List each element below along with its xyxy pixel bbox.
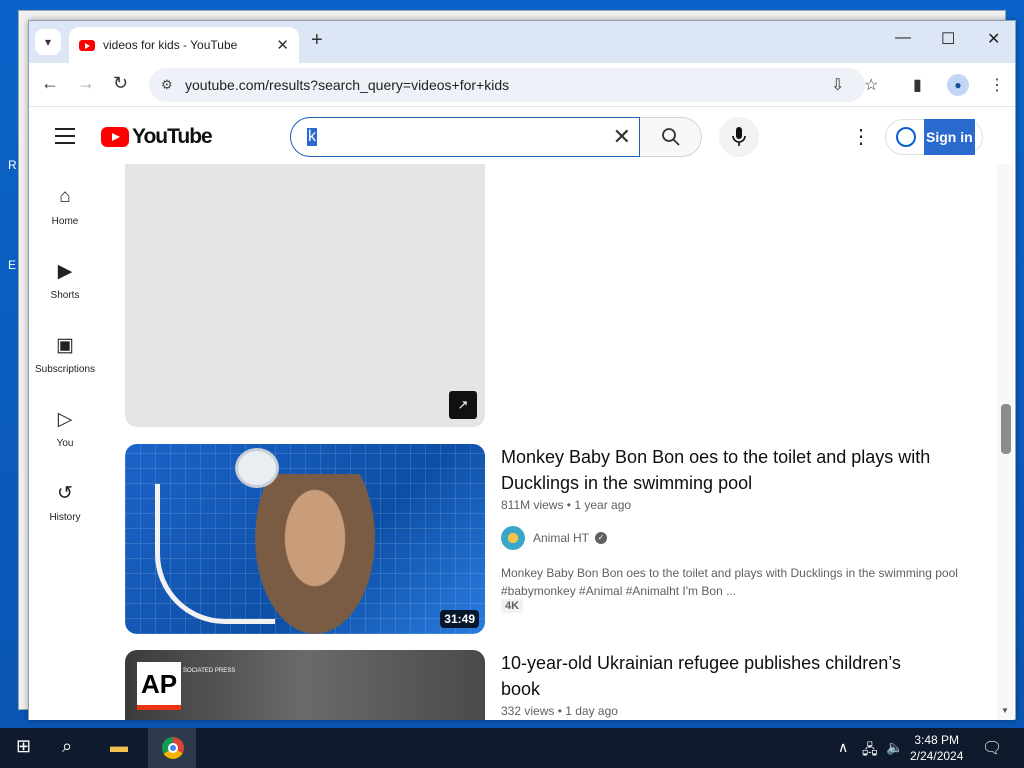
windows-start-icon[interactable]: ⊞: [16, 736, 31, 757]
channel-name: Animal HT: [533, 531, 590, 545]
search-input[interactable]: k ✕: [290, 117, 640, 157]
profile-avatar-icon[interactable]: ●: [947, 74, 969, 96]
quality-badge: 4K: [501, 599, 524, 613]
sidebar-item-home[interactable]: ⌂ Home: [29, 186, 101, 227]
sidebar-item-subscriptions[interactable]: ▣ Subscriptions: [29, 334, 101, 375]
settings-more-icon[interactable]: ⋮: [851, 124, 871, 149]
minimize-button[interactable]: —: [895, 29, 911, 47]
scroll-down-arrow-icon[interactable]: ▼: [1001, 706, 1009, 715]
voice-search-button[interactable]: [719, 117, 759, 157]
page-scrollbar[interactable]: ▼: [997, 164, 1014, 720]
video-title[interactable]: Monkey Baby Bon Bon oes to the toilet an…: [501, 444, 941, 496]
notifications-icon[interactable]: 🗨: [982, 738, 1002, 758]
sidebar-item-label: You: [56, 438, 74, 449]
new-tab-button[interactable]: +: [311, 29, 323, 52]
video-thumbnail[interactable]: AP SOCIATED PRESS: [125, 650, 485, 720]
video-meta: 811M views • 1 year ago: [501, 498, 632, 512]
menu-hamburger-icon[interactable]: [55, 128, 75, 149]
home-icon: ⌂: [59, 186, 71, 207]
sidebar-item-label: Shorts: [50, 290, 80, 301]
search-icon: [661, 128, 680, 146]
sidebar-item-history[interactable]: ↺ History: [29, 482, 101, 523]
account-icon: [896, 127, 916, 147]
taskbar-search-icon[interactable]: ⌕: [62, 736, 72, 757]
video-thumbnail[interactable]: 31:49: [125, 444, 485, 634]
desktop-text-fragment: E: [8, 258, 17, 272]
sidebar-item-label: Home: [51, 216, 79, 227]
tab-youtube[interactable]: videos for kids - YouTube ✕: [69, 27, 299, 63]
sign-in-button[interactable]: Sign in: [885, 119, 983, 155]
back-arrow-icon[interactable]: ←: [41, 73, 59, 94]
sidebar-item-label: Subscriptions: [34, 364, 96, 375]
tab-close-icon[interactable]: ✕: [276, 36, 289, 54]
sidebar-item-label: History: [49, 512, 81, 523]
youtube-favicon-icon: [79, 39, 95, 51]
url-text: youtube.com/results?search_query=videos+…: [185, 77, 510, 93]
show-hidden-icons-icon[interactable]: ∧: [838, 739, 848, 756]
youtube-header: YouTube k ✕ ⋮ Sign in: [29, 108, 1015, 164]
search-button[interactable]: [640, 117, 702, 157]
clear-search-icon[interactable]: ✕: [613, 124, 631, 150]
shorts-icon: ▶: [57, 261, 73, 282]
close-window-button[interactable]: ✕: [987, 29, 1000, 49]
open-external-icon[interactable]: ↗: [449, 391, 477, 419]
address-bar[interactable]: ⚙ youtube.com/results?search_query=video…: [149, 68, 865, 102]
ad-placeholder[interactable]: ↗: [125, 164, 485, 427]
scrollbar-thumb[interactable]: [1001, 404, 1011, 454]
taskbar-clock[interactable]: 3:48 PM 2/24/2024: [910, 732, 963, 764]
desktop-text-fragment: R: [8, 158, 17, 172]
youtube-sidebar: ⌂ Home ▶ Shorts ▣ Subscriptions ▷ You ↺ …: [29, 164, 101, 720]
tab-search-button[interactable]: ▾: [35, 29, 61, 55]
sidebar-item-shorts[interactable]: ▶ Shorts: [29, 260, 101, 301]
volume-muted-icon[interactable]: 🔈: [886, 739, 903, 756]
youtube-play-icon: [101, 127, 129, 147]
youtube-logo[interactable]: YouTube: [101, 125, 213, 149]
reload-icon[interactable]: ↻: [113, 73, 128, 94]
browser-window: ▾ videos for kids - YouTube ✕ + — ☐ ✕ ← …: [28, 20, 1016, 720]
side-panel-icon[interactable]: ▮: [913, 75, 922, 95]
tab-strip: ▾ videos for kids - YouTube ✕ + — ☐ ✕: [29, 21, 1015, 63]
video-description: Monkey Baby Bon Bon oes to the toilet an…: [501, 566, 958, 598]
sidebar-item-you[interactable]: ▷ You: [29, 408, 101, 449]
maximize-button[interactable]: ☐: [941, 29, 955, 49]
chrome-taskbar-icon[interactable]: [162, 737, 184, 759]
search-input-value: k: [307, 128, 317, 146]
bookmark-star-icon[interactable]: ☆: [864, 75, 878, 95]
video-title[interactable]: 10-year-old Ukrainian refugee publishes …: [501, 650, 941, 702]
thumbnail-monkey: [255, 474, 375, 634]
ap-logo-subtext: SOCIATED PRESS: [183, 668, 236, 674]
forward-arrow-icon[interactable]: →: [77, 73, 95, 94]
video-duration: 31:49: [440, 610, 479, 628]
sign-in-label: Sign in: [924, 119, 975, 155]
install-app-icon[interactable]: ⇩: [831, 75, 844, 95]
browser-toolbar: ← → ↻ ⚙ youtube.com/results?search_query…: [29, 63, 1015, 107]
youtube-logo-text: YouTube: [132, 125, 213, 148]
microphone-icon: [732, 127, 746, 146]
video-meta: 332 views • 1 day ago: [501, 704, 618, 718]
browser-menu-icon[interactable]: ⋮: [989, 75, 1005, 95]
channel-avatar: [501, 526, 525, 550]
tab-title: videos for kids - YouTube: [103, 38, 238, 52]
search-results: ↗ 31:49 Monkey Baby Bon Bon oes to the t…: [101, 164, 997, 720]
network-icon[interactable]: 🖧: [862, 739, 878, 763]
ap-logo: AP: [137, 662, 181, 710]
history-icon: ↺: [57, 483, 73, 504]
site-settings-icon[interactable]: ⚙: [161, 77, 173, 93]
clock-time: 3:48 PM: [914, 733, 960, 747]
thumbnail-showerhead: [235, 448, 279, 488]
channel-link[interactable]: Animal HT ✓: [501, 526, 608, 550]
windows-taskbar: ⊞ ⌕ ▬ ∧ 🖧 🔈 3:48 PM 2/24/2024 🗨: [0, 728, 1024, 768]
subscriptions-icon: ▣: [56, 335, 74, 356]
clock-date: 2/24/2024: [910, 749, 964, 763]
you-icon: ▷: [57, 409, 73, 430]
file-explorer-icon[interactable]: ▬: [110, 736, 128, 757]
verified-check-icon: ✓: [595, 532, 608, 544]
